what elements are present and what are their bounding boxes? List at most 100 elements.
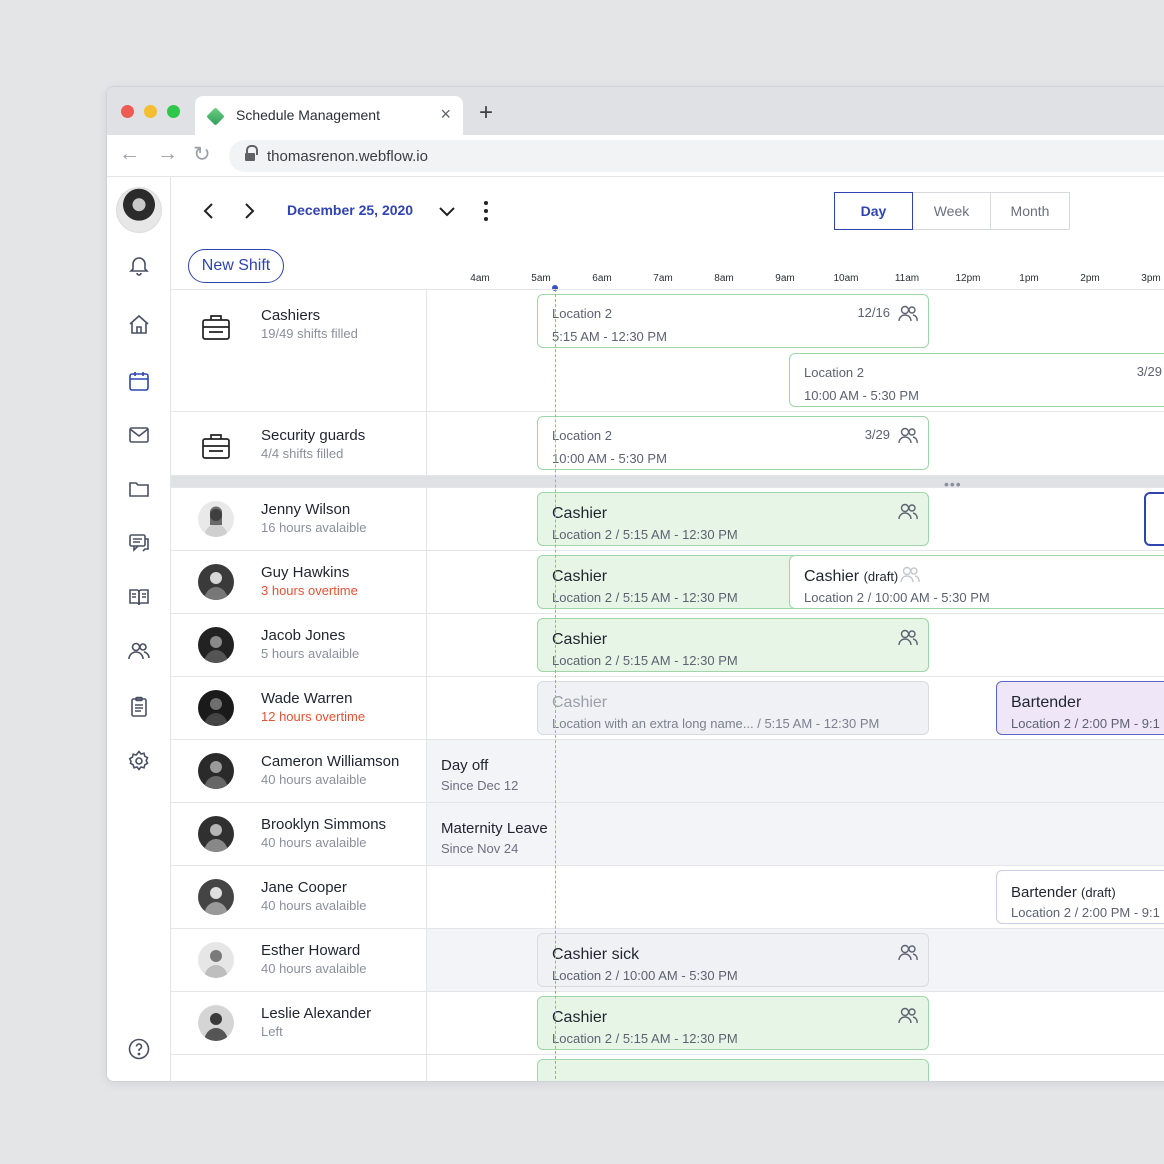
minimize-window-button[interactable] xyxy=(144,105,157,118)
url-field[interactable]: thomasrenon.webflow.io xyxy=(229,140,1164,172)
browser-tab[interactable]: Schedule Management × xyxy=(195,96,463,136)
briefcase-icon xyxy=(202,434,230,459)
employee-name: Esther Howard xyxy=(261,942,361,959)
tab-title: Schedule Management xyxy=(236,107,380,123)
tab-month[interactable]: Month xyxy=(991,193,1069,229)
add-shift-slot[interactable] xyxy=(1144,492,1164,546)
users-icon[interactable] xyxy=(127,639,151,663)
employee-cell: Cameron Williamson 40 hours avalaible xyxy=(171,740,427,802)
day-off-band[interactable]: Day off Since Dec 12 xyxy=(427,740,1164,802)
new-tab-icon[interactable]: + xyxy=(479,99,493,127)
back-icon[interactable]: ← xyxy=(119,142,140,166)
draft-label: (draft) xyxy=(1081,885,1116,900)
mail-icon[interactable] xyxy=(127,423,151,447)
employee-cell: Wade Warren 12 hours overtime xyxy=(171,677,427,739)
tab-bar: Schedule Management × + xyxy=(107,87,1164,136)
avatar[interactable] xyxy=(198,879,234,915)
prev-day-icon[interactable] xyxy=(197,199,221,223)
group-name: Cashiers xyxy=(261,307,321,324)
avatar[interactable] xyxy=(198,816,234,852)
shift-location: Location 2 xyxy=(804,365,864,380)
current-date[interactable]: December 25, 2020 xyxy=(287,202,413,218)
group-cell: Security guards 4/4 shifts filled xyxy=(171,412,427,475)
leave-band[interactable]: Maternity Leave Since Nov 24 xyxy=(427,803,1164,865)
avatar[interactable] xyxy=(198,627,234,663)
status-since: Since Dec 12 xyxy=(441,778,519,793)
employee-name: Wade Warren xyxy=(261,690,353,707)
chat-icon[interactable] xyxy=(127,531,151,555)
employee-hours: 40 hours avalaible xyxy=(261,961,367,976)
avatar[interactable] xyxy=(198,942,234,978)
help-icon[interactable] xyxy=(127,1037,151,1061)
shift-card[interactable]: Cashier Location 2 / 5:15 AM - 12:30 PM xyxy=(537,618,929,672)
cancelled-shift-card[interactable]: Cashier Location with an extra long name… xyxy=(537,681,929,735)
avatar[interactable] xyxy=(198,690,234,726)
employee-cell: Jane Cooper 40 hours avalaible xyxy=(171,866,427,928)
maximize-window-button[interactable] xyxy=(167,105,180,118)
open-shift-card[interactable]: Location 2 10:00 AM - 5:30 PM 3/29 xyxy=(789,353,1164,407)
clipboard-icon[interactable] xyxy=(127,695,151,719)
hour-label: 6am xyxy=(592,273,612,284)
draft-shift-card[interactable]: Bartender (draft) Location 2 / 2:00 PM -… xyxy=(996,870,1164,924)
employee-row: Jacob Jones 5 hours avalaible Cashier Lo… xyxy=(171,614,1164,677)
shift-count: 3/29 xyxy=(1136,364,1162,379)
tab-week[interactable]: Week xyxy=(913,193,991,229)
shift-title: Cashier xyxy=(804,568,860,585)
more-options-icon[interactable] xyxy=(483,199,489,223)
tab-day[interactable]: Day xyxy=(834,192,913,230)
shift-card[interactable]: Cashier Location 2 / 5:15 AM - 12:30 PM xyxy=(537,492,929,546)
new-shift-button[interactable]: New Shift xyxy=(188,249,284,283)
shift-title: Cashier xyxy=(552,694,608,711)
open-shift-card[interactable]: Location 2 10:00 AM - 5:30 PM 3/29 xyxy=(537,416,929,470)
shift-location: Location 2 xyxy=(552,306,612,321)
shift-time: 10:00 AM - 5:30 PM xyxy=(552,451,667,466)
user-avatar[interactable] xyxy=(116,187,162,233)
shift-card[interactable]: Cashier Location 2 / 5:15 AM - 12:30 PM xyxy=(537,996,929,1050)
section-divider[interactable]: ••• xyxy=(171,476,1164,492)
people-icon xyxy=(898,1007,918,1024)
calendar-icon[interactable] xyxy=(127,369,151,393)
chevron-down-icon[interactable] xyxy=(435,199,459,223)
browser-window: Schedule Management × + ← → ↻ thomasreno… xyxy=(106,86,1164,1082)
shift-detail: Location 2 / 5:15 AM - 12:30 PM xyxy=(552,1031,738,1046)
schedule-main: December 25, 2020 Day Week Month New Shi… xyxy=(171,177,1164,1081)
avatar[interactable] xyxy=(198,753,234,789)
view-switch: Day Week Month xyxy=(834,192,1070,230)
sick-shift-card[interactable]: Cashier sick Location 2 / 10:00 AM - 5:3… xyxy=(537,933,929,987)
shift-detail: Location 2 / 10:00 AM - 5:30 PM xyxy=(552,968,738,983)
home-icon[interactable] xyxy=(127,313,151,337)
employee-hours: 40 hours avalaible xyxy=(261,772,367,787)
forward-icon[interactable]: → xyxy=(157,142,178,166)
shift-detail: Location 2 / 5:15 AM - 12:30 PM xyxy=(552,527,738,542)
book-icon[interactable] xyxy=(127,585,151,609)
hour-label: 10am xyxy=(833,273,859,284)
draft-label: (draft) xyxy=(863,569,899,584)
draft-shift-card[interactable]: Cashier (draft) Location 2 / 10:00 AM - … xyxy=(789,555,1164,609)
folder-icon[interactable] xyxy=(127,477,151,501)
webflow-logo-icon xyxy=(206,107,225,126)
employee-row: Esther Howard 40 hours avalaible Cashier… xyxy=(171,929,1164,992)
people-icon xyxy=(898,305,918,322)
avatar[interactable] xyxy=(198,501,234,537)
reload-icon[interactable]: ↻ xyxy=(193,142,211,167)
employee-name: Leslie Alexander xyxy=(261,1005,372,1022)
employee-row: Leslie Alexander Left Cashier Location 2… xyxy=(171,992,1164,1055)
shift-card[interactable] xyxy=(537,1059,929,1081)
people-icon xyxy=(898,629,918,646)
group-cell: Cashiers 19/49 shifts filled xyxy=(171,290,427,411)
open-shift-card[interactable]: Location 2 5:15 AM - 12:30 PM 12/16 xyxy=(537,294,929,348)
close-window-button[interactable] xyxy=(121,105,134,118)
close-tab-icon[interactable]: × xyxy=(440,104,451,125)
bell-icon[interactable] xyxy=(127,253,151,277)
shift-detail: Location 2 / 2:00 PM - 9:1 xyxy=(1011,905,1160,920)
employee-hours: 5 hours avalaible xyxy=(261,646,360,661)
shift-detail: Location 2 / 2:00 PM - 9:1 xyxy=(1011,716,1160,731)
hour-label: 3pm xyxy=(1141,273,1161,284)
avatar[interactable] xyxy=(198,1005,234,1041)
settings-icon[interactable] xyxy=(127,749,151,773)
next-day-icon[interactable] xyxy=(237,199,261,223)
shift-title: Cashier xyxy=(552,1009,608,1026)
hour-label: 1pm xyxy=(1019,273,1039,284)
bartender-shift-card[interactable]: Bartender Location 2 / 2:00 PM - 9:1 xyxy=(996,681,1164,735)
avatar[interactable] xyxy=(198,564,234,600)
